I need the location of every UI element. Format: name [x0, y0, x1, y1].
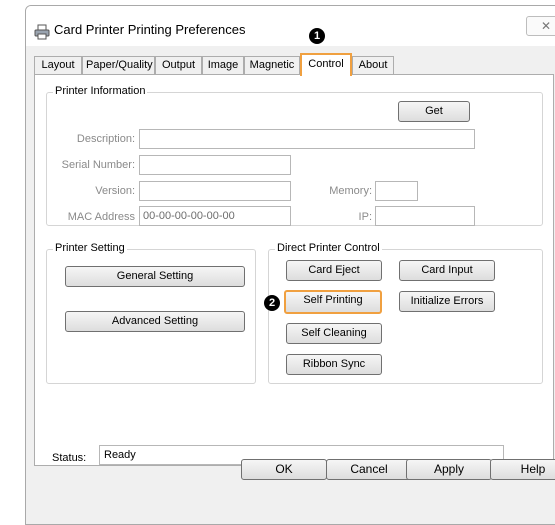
- direct-printer-control-title: Direct Printer Control: [275, 242, 382, 254]
- tab-image[interactable]: Image: [202, 56, 244, 75]
- ok-button[interactable]: OK: [241, 459, 327, 480]
- serial-number-field[interactable]: [139, 155, 291, 175]
- close-icon: ✕: [540, 19, 552, 33]
- ip-field[interactable]: [375, 206, 475, 226]
- self-printing-button[interactable]: Self Printing: [284, 290, 382, 314]
- initialize-errors-button[interactable]: Initialize Errors: [399, 291, 495, 312]
- close-button[interactable]: ✕: [526, 16, 555, 36]
- cancel-button[interactable]: Cancel: [326, 459, 412, 480]
- title-bar: Card Printer Printing Preferences ✕: [26, 6, 555, 46]
- ip-label: IP:: [358, 211, 372, 223]
- card-input-button[interactable]: Card Input: [399, 260, 495, 281]
- printing-preferences-window: Card Printer Printing Preferences ✕ 1 La…: [25, 5, 555, 525]
- get-button[interactable]: Get: [398, 101, 470, 122]
- help-button[interactable]: Help: [490, 459, 555, 480]
- version-field[interactable]: [139, 181, 291, 201]
- tab-control[interactable]: Control: [300, 53, 352, 76]
- callout-marker-1: 1: [309, 28, 325, 44]
- memory-label: Memory:: [329, 185, 372, 197]
- serial-number-label: Serial Number:: [61, 159, 135, 171]
- printer-icon: [34, 24, 50, 40]
- card-eject-button[interactable]: Card Eject: [286, 260, 382, 281]
- tab-layout[interactable]: Layout: [34, 56, 82, 75]
- description-field[interactable]: [139, 129, 475, 149]
- printer-information-title: Printer Information: [53, 85, 148, 97]
- version-label: Version:: [95, 185, 135, 197]
- mac-address-field[interactable]: 00-00-00-00-00-00: [139, 206, 291, 226]
- advanced-setting-button[interactable]: Advanced Setting: [65, 311, 245, 332]
- callout-marker-2: 2: [264, 295, 280, 311]
- control-tab-panel: Printer Information Get Description: Ser…: [34, 74, 554, 466]
- ribbon-sync-button[interactable]: Ribbon Sync: [286, 354, 382, 375]
- tab-output[interactable]: Output: [155, 56, 202, 75]
- tab-magnetic[interactable]: Magnetic: [244, 56, 300, 75]
- apply-button[interactable]: Apply: [406, 459, 492, 480]
- window-title: Card Printer Printing Preferences: [54, 22, 246, 37]
- memory-field[interactable]: [375, 181, 418, 201]
- status-label: Status:: [52, 452, 87, 464]
- tab-paper-quality[interactable]: Paper/Quality: [82, 56, 155, 75]
- general-setting-button[interactable]: General Setting: [65, 266, 245, 287]
- tab-about[interactable]: About: [352, 56, 394, 75]
- description-label: Description:: [76, 133, 135, 145]
- self-cleaning-button[interactable]: Self Cleaning: [286, 323, 382, 344]
- printer-setting-title: Printer Setting: [53, 242, 127, 254]
- mac-address-label: MAC Address: [67, 211, 135, 223]
